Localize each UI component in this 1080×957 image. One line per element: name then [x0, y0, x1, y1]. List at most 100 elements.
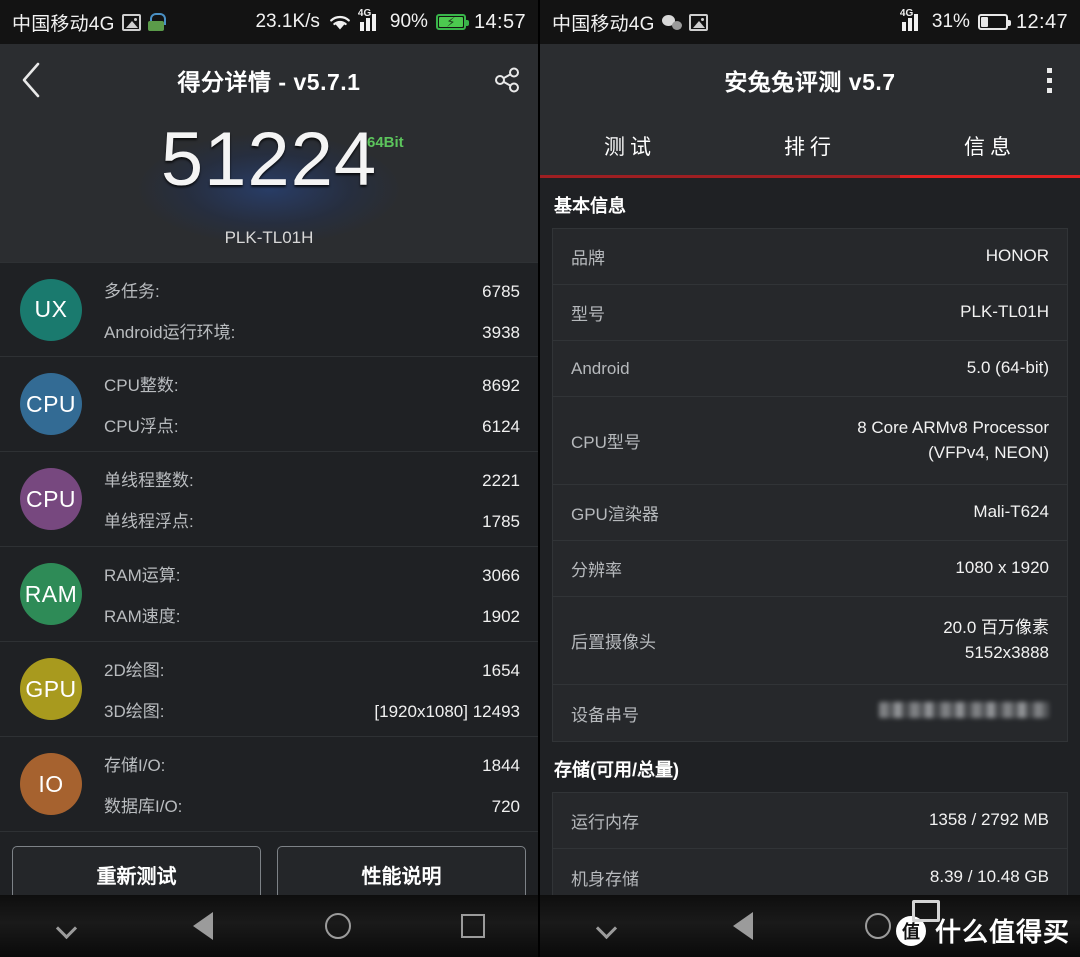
info-key: 设备串号 [571, 705, 639, 725]
right-phone-screenshot: 中国移动4G 4G 31% 12:47 安兔兔评测 v5.7 测试 排行 信息 基本… [540, 0, 1080, 957]
score-group-row: CPU CPU整数: 8692 CPU浮点: 6124 [0, 357, 538, 452]
network-speed-label: 23.1K/s [255, 11, 320, 32]
score-label: 存储I/O: [104, 756, 166, 775]
score-label: 单线程整数: [104, 471, 194, 490]
score-label: CPU整数: [104, 376, 179, 395]
left-status-bar: 中国移动4G 23.1K/s 4G 90% ⚡ 14:57 [0, 0, 538, 44]
lock-icon [147, 13, 166, 31]
info-key: GPU渲染器 [571, 505, 659, 524]
score-line: CPU整数: 8692 [104, 371, 520, 396]
score-group-row: GPU 2D绘图: 1654 3D绘图: [1920x1080] 12493 [0, 642, 538, 737]
info-value: 8.39 / 10.48 GB [929, 866, 1049, 886]
photo-icon [688, 13, 708, 31]
tab-2[interactable]: 信息 [900, 116, 1080, 178]
section-title: 存储(可用/总量) [554, 760, 679, 780]
info-value: 8 Core ARMv8 Processor (VFPv4, NEON) [857, 417, 1049, 462]
overflow-menu-icon[interactable] [1018, 44, 1080, 116]
score-label: RAM运算: [104, 566, 181, 585]
info-row: 后置摄像头 20.0 百万像素 5152x3888 [553, 597, 1067, 685]
score-value: 1654 [482, 661, 520, 680]
site-watermark: 值 什么值得买 [895, 900, 1070, 949]
carrier-label: 中国移动4G [12, 13, 115, 35]
info-value: HONOR [985, 246, 1049, 266]
right-navigation-bar: 值 什么值得买 [540, 895, 1080, 957]
info-value [879, 701, 1049, 726]
info-row: CPU型号 8 Core ARMv8 Processor (VFPv4, NEON) [553, 397, 1067, 485]
info-key: Android [571, 358, 630, 378]
score-group-row: IO 存储I/O: 1844 数据库I/O: 720 [0, 737, 538, 832]
tab-1[interactable]: 排行 [720, 116, 900, 175]
photo-icon [121, 13, 141, 31]
back-chevron-icon[interactable] [0, 44, 62, 116]
score-value: 6785 [482, 281, 520, 301]
watermark-text: 什么值得买 [934, 917, 1070, 947]
left-action-bar: 得分详情 - v5.7.1 [0, 44, 538, 116]
share-icon[interactable] [476, 44, 538, 116]
screenshot-stage: 中国移动4G 23.1K/s 4G 90% ⚡ 14:57 得分详情 - v5.… [0, 0, 1080, 957]
score-label: Android运行环境: [104, 322, 236, 342]
performance-info-button[interactable]: 性能说明 [277, 846, 526, 902]
score-value: 2221 [482, 471, 520, 490]
score-group-row: UX 多任务: 6785 Android运行环境: 3938 [0, 262, 538, 357]
info-key: 后置摄像头 [571, 633, 656, 652]
tab-0[interactable]: 测试 [540, 116, 720, 175]
watermark-frame-icon [911, 900, 940, 922]
back-triangle-icon[interactable] [675, 912, 810, 940]
category-badge: CPU [20, 373, 82, 435]
info-key: 运行内存 [571, 813, 639, 832]
left-navigation-bar [0, 895, 538, 957]
info-row: 型号 PLK-TL01H [553, 285, 1067, 341]
score-line: 单线程浮点: 1785 [104, 507, 520, 532]
bit-badge: 64Bit [367, 134, 404, 151]
recents-square-icon[interactable] [405, 914, 538, 938]
score-label: 2D绘图: [104, 661, 165, 680]
right-status-bar: 中国移动4G 4G 31% 12:47 [540, 0, 1080, 44]
score-line: 单线程整数: 2221 [104, 466, 520, 491]
right-action-bar: 安兔兔评测 v5.7 [540, 44, 1080, 116]
score-line: 3D绘图: [1920x1080] 12493 [104, 697, 520, 722]
score-line: RAM速度: 1902 [104, 602, 520, 627]
info-key: 型号 [571, 305, 605, 324]
score-line: Android运行环境: 3938 [104, 318, 520, 343]
info-key: 机身存储 [571, 869, 639, 889]
info-list: 运行内存 1358 / 2792 MB 机身存储 8.39 / 10.48 GB [552, 792, 1068, 906]
info-key: CPU型号 [571, 433, 641, 452]
clock-label: 12:47 [1015, 10, 1068, 33]
chevron-down-icon[interactable] [540, 921, 675, 931]
category-badge: IO [20, 753, 82, 815]
wechat-icon [661, 14, 682, 30]
score-label: CPU浮点: [104, 417, 179, 436]
info-row: 品牌 HONOR [553, 229, 1067, 285]
app-title: 安兔兔评测 v5.7 [724, 69, 896, 95]
info-row: Android 5.0 (64-bit) [553, 341, 1067, 397]
signal-bars-icon: 4G [358, 8, 382, 31]
signal-bars-icon: 4G [900, 8, 924, 31]
battery-icon [977, 14, 1011, 30]
info-key: 分辨率 [571, 561, 622, 580]
category-badge: UX [20, 278, 82, 341]
score-label: 单线程浮点: [104, 512, 194, 531]
score-value: 720 [491, 797, 520, 816]
home-circle-icon[interactable] [270, 913, 405, 939]
category-badge: RAM [20, 563, 82, 625]
info-value: 5.0 (64-bit) [966, 358, 1049, 378]
retest-button[interactable]: 重新测试 [12, 846, 261, 902]
score-value: 8692 [482, 376, 520, 395]
clock-label: 14:57 [473, 10, 526, 33]
score-group-row: RAM RAM运算: 3066 RAM速度: 1902 [0, 547, 538, 642]
total-score: 51224 [160, 117, 378, 202]
score-label: 多任务: [104, 281, 160, 301]
back-triangle-icon[interactable] [135, 912, 270, 940]
info-row: GPU渲染器 Mali-T624 [553, 485, 1067, 541]
score-group-row: CPU 单线程整数: 2221 单线程浮点: 1785 [0, 452, 538, 547]
score-value: [1920x1080] 12493 [374, 702, 520, 721]
category-badge: CPU [20, 468, 82, 530]
score-line: 存储I/O: 1844 [104, 751, 520, 776]
score-line: RAM运算: 3066 [104, 561, 520, 586]
score-value: 3938 [482, 322, 520, 342]
score-line: CPU浮点: 6124 [104, 412, 520, 437]
score-label: RAM速度: [104, 607, 181, 626]
score-line: 2D绘图: 1654 [104, 656, 520, 681]
left-phone-screenshot: 中国移动4G 23.1K/s 4G 90% ⚡ 14:57 得分详情 - v5.… [0, 0, 540, 957]
chevron-down-icon[interactable] [0, 921, 135, 931]
